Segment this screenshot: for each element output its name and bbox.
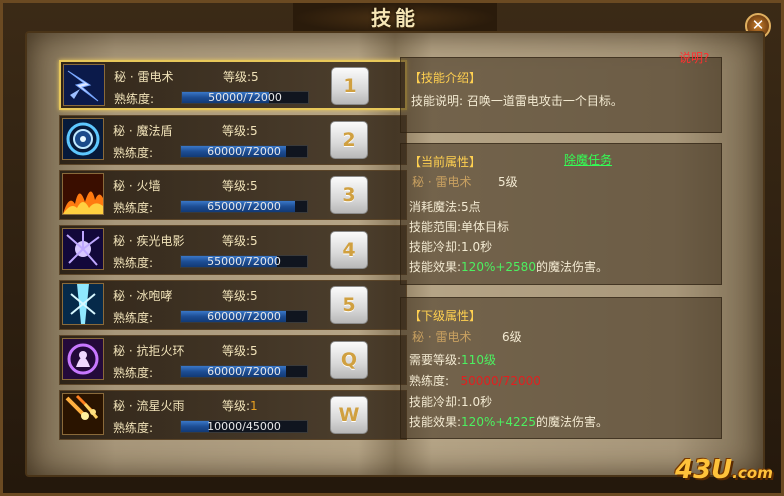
proficiency-bar: 65000/72000 [180,200,308,213]
current-effect-value: 120%+2580 [461,260,536,274]
proficiency-bar: 60000/72000 [180,145,308,158]
next-required-level: 需要等级:110级 [409,351,496,368]
quest-link[interactable]: 除魔任务 [564,151,612,168]
current-header: 【当前属性】 [409,155,482,169]
skill-level-label: 等级:5 [222,344,258,358]
skill-level: 等级:5 [223,68,259,85]
proficiency-text: 60000/72000 [207,310,281,323]
watermark-suffix: .com [732,464,773,482]
hotkey-button[interactable]: 4 [330,231,368,269]
proficiency-label: 熟练度: [113,146,154,160]
current-range: 技能范围:单体目标 [409,220,510,234]
next-proficiency: 熟练度: 50000/72000 [409,372,541,389]
skill-row[interactable]: 秘 · 雷电术 等级:5 熟练度: 50000/72000 1 [59,60,407,110]
next-effect-label: 技能效果: [409,415,462,429]
meteor-rain-icon[interactable] [62,393,104,435]
next-skill-level: 6级 [502,330,522,344]
proficiency-label: 熟练度: [113,366,154,380]
proficiency-bar: 60000/72000 [180,310,308,323]
skill-name: 秘 · 火墙 [113,179,161,193]
ice-roar-icon[interactable] [62,283,104,325]
hotkey-button[interactable]: 2 [330,121,368,159]
proficiency-text: 10000/45000 [207,420,281,433]
hotkey-button[interactable]: W [330,396,368,434]
next-effect: 技能效果:120%+4225的魔法伤害。 [409,413,608,430]
current-cooldown: 技能冷却:1.0秒 [409,240,493,254]
skill-row[interactable]: 秘 · 冰咆哮 等级:5 熟练度: 60000/72000 5 [59,280,407,330]
skill-level-label: 等级: [222,399,251,413]
skill-level-label: 等级:5 [222,234,258,248]
site-watermark: 43U.com [675,455,773,485]
skill-level: 等级:5 [222,177,258,194]
hotkey-button[interactable]: 3 [330,176,368,214]
skill-level-label: 等级:5 [222,289,258,303]
skill-window: 技能 ✕ 秘 · 雷电术 等级:5 熟练度: 50000/72000 1 秘 ·… [0,0,784,496]
skill-row[interactable]: 秘 · 疾光电影 等级:5 熟练度: 55000/72000 4 [59,225,407,275]
proficiency-text: 65000/72000 [207,200,281,213]
skill-name: 秘 · 抗拒火环 [113,344,185,358]
proficiency-bar: 55000/72000 [180,255,308,268]
skill-level-label: 等级:5 [223,70,259,84]
skill-level-label: 等级:5 [222,179,258,193]
skill-row[interactable]: 秘 · 魔法盾 等级:5 熟练度: 60000/72000 2 [59,115,407,165]
proficiency-text: 60000/72000 [207,365,281,378]
current-skill-name: 秘 · 雷电术 [412,175,472,189]
proficiency-label: 熟练度: [114,92,155,106]
next-cooldown: 技能冷却:1.0秒 [409,395,493,409]
skill-name: 秘 · 魔法盾 [113,124,173,138]
next-header: 【下级属性】 [409,309,482,323]
skill-row[interactable]: 秘 · 抗拒火环 等级:5 熟练度: 60000/72000 Q [59,335,407,385]
current-effect-suffix: 的魔法伤害。 [535,260,608,274]
proficiency-text: 55000/72000 [207,255,281,268]
proficiency-label: 熟练度: [113,201,154,215]
hotkey-button[interactable]: 5 [330,286,368,324]
hotkey-button[interactable]: 1 [331,67,369,105]
skill-name: 秘 · 流星火雨 [113,399,185,413]
proficiency-bar: 10000/45000 [180,420,308,433]
skill-name: 秘 · 疾光电影 [113,234,185,248]
proficiency-label: 熟练度: [113,421,154,435]
intro-header: 【技能介绍】 [409,71,482,85]
thunder-burst-icon[interactable] [62,228,104,270]
current-effect-label: 技能效果: [409,260,462,274]
skill-level-value: 1 [250,399,258,413]
skill-level-label: 等级:5 [222,124,258,138]
skill-row[interactable]: 秘 · 火墙 等级:5 熟练度: 65000/72000 3 [59,170,407,220]
proficiency-text: 60000/72000 [207,145,281,158]
current-skill-level: 5级 [498,175,518,189]
next-proficiency-label: 熟练度: [409,374,450,388]
next-required-value: 110级 [461,353,496,367]
window-title: 技能 [371,6,419,30]
proficiency-bar: 60000/72000 [180,365,308,378]
skill-level: 等级:5 [222,232,258,249]
next-proficiency-value: 50000/72000 [460,374,541,388]
watermark-main: 43U [675,455,733,485]
skill-row[interactable]: 秘 · 流星火雨 等级:1 熟练度: 10000/45000 W [59,390,407,440]
skill-level: 等级:5 [222,122,258,139]
proficiency-text: 50000/72000 [208,91,282,104]
skill-name: 秘 · 冰咆哮 [113,289,173,303]
lightning-icon[interactable] [63,64,105,106]
current-mana-cost: 消耗魔法:5点 [409,200,481,214]
repel-ring-icon[interactable] [62,338,104,380]
skill-name: 秘 · 雷电术 [114,70,174,84]
proficiency-label: 熟练度: [113,311,154,325]
proficiency-label: 熟练度: [113,256,154,270]
next-effect-suffix: 的魔法伤害。 [535,415,608,429]
intro-description: 技能说明: 召唤一道雷电攻击一个目标。 [411,94,623,108]
next-required-label: 需要等级: [409,353,462,367]
help-link[interactable]: 说明? [679,49,709,66]
magic-shield-icon[interactable] [62,118,104,160]
next-skill-name: 秘 · 雷电术 [412,330,472,344]
skill-level: 等级:5 [222,287,258,304]
skill-level: 等级:5 [222,342,258,359]
hotkey-button[interactable]: Q [330,341,368,379]
skill-level: 等级:1 [222,397,258,414]
proficiency-bar: 50000/72000 [181,91,309,104]
fire-wall-icon[interactable] [62,173,104,215]
current-effect: 技能效果:120%+2580的魔法伤害。 [409,258,608,275]
next-effect-value: 120%+4225 [461,415,536,429]
